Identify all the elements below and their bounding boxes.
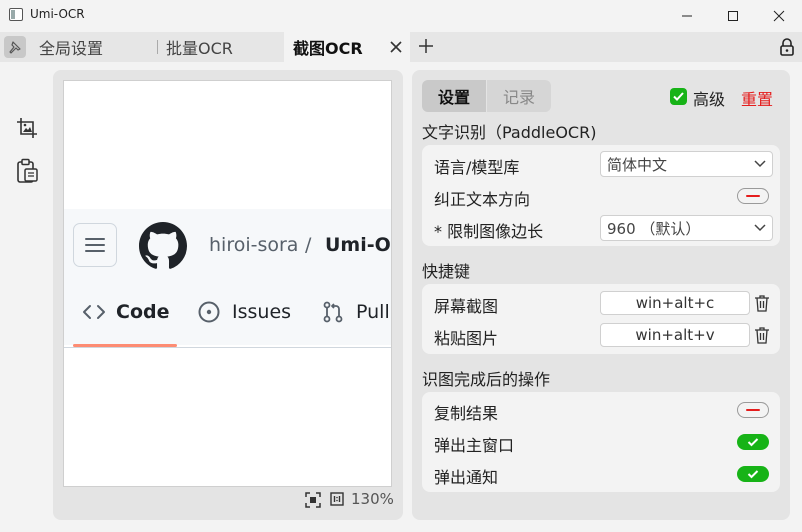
screenshot-icon bbox=[17, 118, 37, 138]
screenshot-tool-button[interactable] bbox=[14, 116, 40, 140]
window-title: Umi-OCR bbox=[30, 7, 85, 21]
github-divider bbox=[64, 347, 391, 348]
paste-hotkey-field[interactable]: win+alt+v bbox=[600, 323, 750, 347]
toggle-off-icon bbox=[746, 409, 760, 411]
check-icon bbox=[747, 438, 759, 447]
github-tab-label: Issues bbox=[232, 301, 292, 323]
actual-size-icon[interactable] bbox=[330, 492, 344, 506]
popup-window-label: 弹出主窗口 bbox=[434, 436, 515, 455]
lock-icon bbox=[780, 38, 794, 56]
delete-screenshot-hotkey-button[interactable] bbox=[753, 293, 771, 313]
pin-icon bbox=[9, 41, 21, 54]
segment-settings[interactable]: 设置 bbox=[422, 80, 486, 112]
github-slash: / bbox=[305, 234, 312, 256]
check-icon bbox=[747, 470, 759, 479]
paste-hotkey-label: 粘贴图片 bbox=[434, 329, 499, 348]
notification-toggle[interactable] bbox=[737, 466, 769, 482]
close-window-button[interactable] bbox=[756, 0, 802, 32]
github-repo: Umi-OC bbox=[325, 234, 391, 256]
pin-button[interactable] bbox=[4, 36, 26, 58]
clipboard-icon bbox=[17, 158, 38, 183]
direction-toggle[interactable] bbox=[737, 188, 769, 204]
paste-tool-button[interactable] bbox=[14, 157, 40, 185]
section-title-hotkeys: 快捷键 bbox=[422, 262, 471, 281]
reset-button[interactable]: 重置 bbox=[741, 86, 773, 110]
copy-result-label: 复制结果 bbox=[434, 404, 499, 423]
minimize-button[interactable] bbox=[664, 0, 710, 32]
hamburger-icon bbox=[85, 238, 105, 252]
issue-icon bbox=[198, 301, 220, 323]
zoom-level: 130% bbox=[351, 490, 394, 508]
github-tab-code: Code bbox=[82, 301, 169, 323]
language-select[interactable]: 简体中文 bbox=[600, 151, 773, 177]
close-icon bbox=[390, 41, 402, 53]
section-title-after: 识图完成后的操作 bbox=[422, 370, 551, 389]
github-menu-button bbox=[73, 223, 117, 267]
github-logo-icon bbox=[139, 222, 187, 269]
tab-label: 批量OCR bbox=[166, 39, 233, 58]
minimize-icon bbox=[682, 15, 692, 17]
tab-close-button[interactable] bbox=[386, 37, 406, 57]
limit-value: 960 （默认） bbox=[607, 219, 701, 238]
segment-records[interactable]: 记录 bbox=[487, 80, 551, 112]
check-icon bbox=[673, 92, 684, 101]
language-label: 语言/模型库 bbox=[434, 158, 520, 177]
tab-label: 全局设置 bbox=[39, 39, 104, 58]
tab-label: 截图OCR bbox=[293, 39, 363, 58]
trash-icon bbox=[755, 295, 769, 312]
image-preview[interactable]: hiroi-sora / Umi-OC Code Issues Pull bbox=[63, 80, 392, 487]
chevron-down-icon bbox=[754, 224, 766, 232]
plus-icon bbox=[419, 39, 433, 53]
new-tab-button[interactable] bbox=[416, 36, 436, 56]
popup-window-toggle[interactable] bbox=[737, 434, 769, 450]
maximize-button[interactable] bbox=[710, 0, 756, 32]
github-tab-issues: Issues bbox=[198, 301, 291, 323]
language-value: 简体中文 bbox=[607, 155, 668, 174]
limit-select[interactable]: 960 （默认） bbox=[600, 215, 773, 241]
trash-icon bbox=[755, 327, 769, 344]
code-icon bbox=[83, 305, 105, 319]
pull-request-icon bbox=[323, 301, 343, 323]
tab-batch-ocr[interactable]: 批量OCR bbox=[157, 32, 283, 62]
close-icon bbox=[773, 10, 785, 22]
notification-label: 弹出通知 bbox=[434, 468, 499, 487]
advanced-label[interactable]: 高级 bbox=[693, 86, 725, 110]
github-tab-label: Pull bbox=[356, 301, 390, 323]
limit-label: * 限制图像边长 bbox=[434, 222, 544, 241]
tab-global-settings[interactable]: 全局设置 bbox=[30, 32, 156, 62]
chevron-down-icon bbox=[754, 160, 766, 168]
screenshot-hotkey-field[interactable]: win+alt+c bbox=[600, 291, 750, 315]
fit-window-icon[interactable] bbox=[305, 492, 321, 508]
delete-paste-hotkey-button[interactable] bbox=[753, 325, 771, 345]
github-tab-pull: Pull bbox=[322, 301, 390, 323]
lock-button[interactable] bbox=[776, 36, 798, 58]
screenshot-hotkey-label: 屏幕截图 bbox=[434, 297, 499, 316]
advanced-checkbox[interactable] bbox=[670, 88, 687, 105]
toggle-off-icon bbox=[746, 195, 760, 197]
app-icon bbox=[9, 8, 23, 21]
github-owner: hiroi-sora bbox=[209, 234, 299, 256]
copy-result-toggle[interactable] bbox=[737, 402, 769, 418]
maximize-icon bbox=[728, 11, 738, 21]
github-tab-label: Code bbox=[116, 301, 170, 323]
direction-label: 纠正文本方向 bbox=[434, 190, 531, 209]
section-title-ocr: 文字识别（PaddleOCR) bbox=[422, 123, 597, 142]
